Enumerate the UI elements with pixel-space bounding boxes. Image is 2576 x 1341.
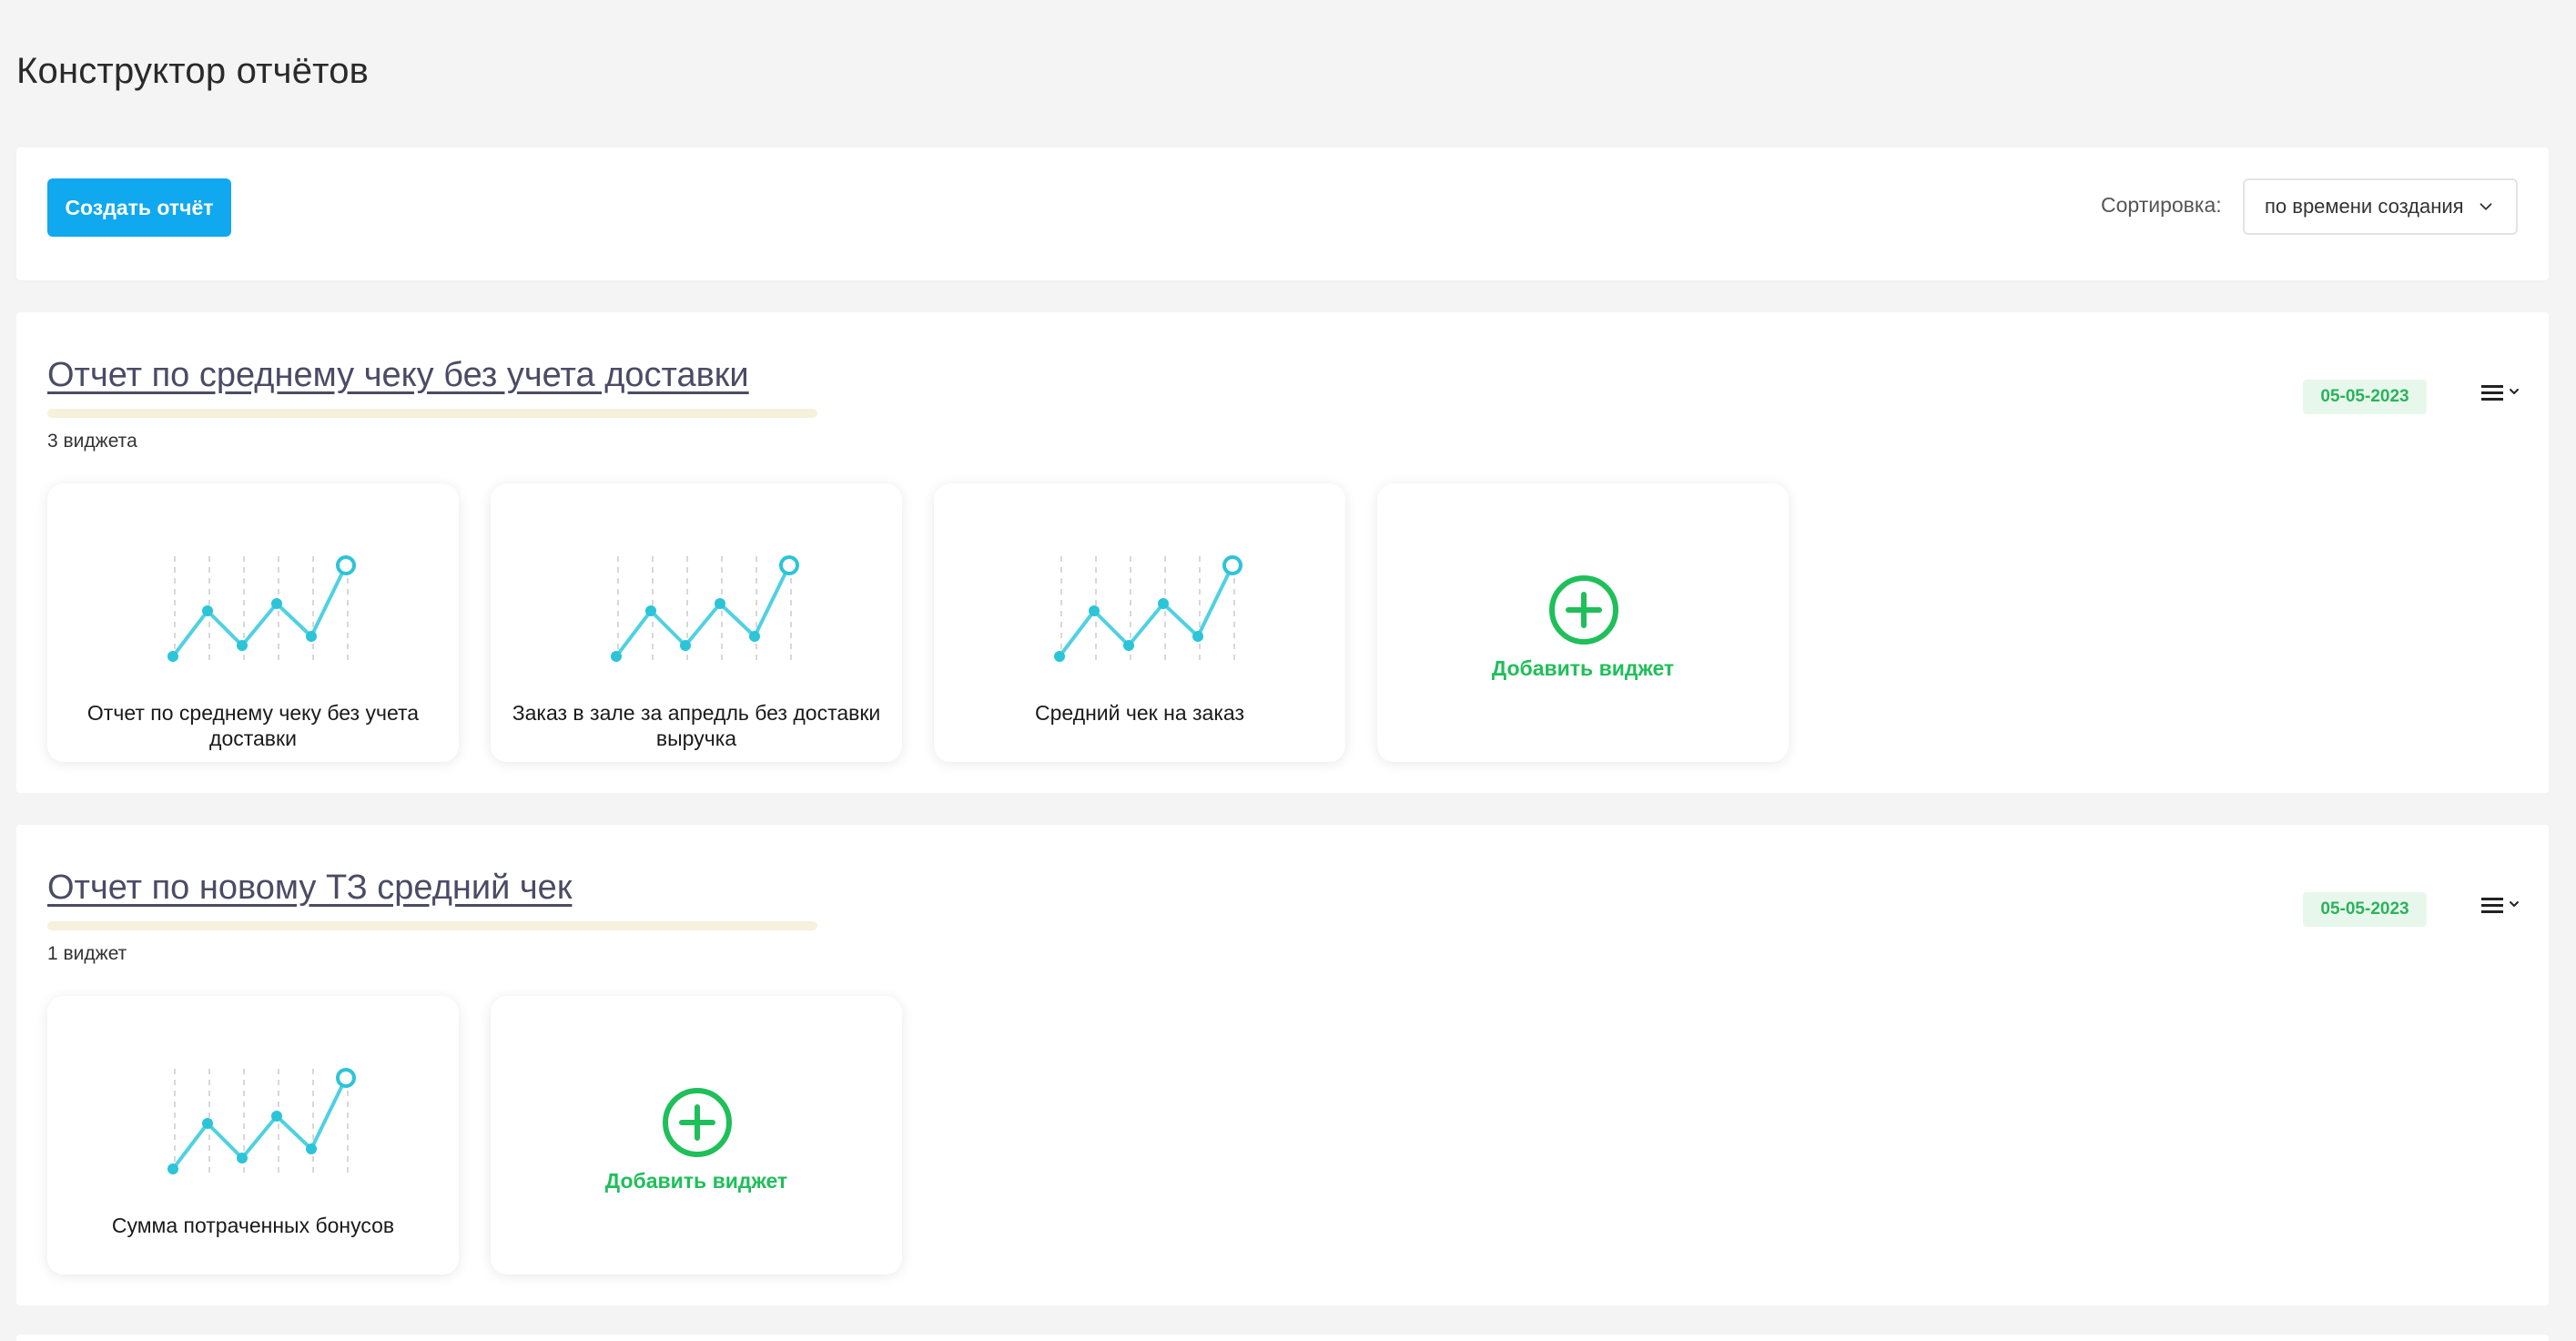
toolbar: Создать отчёт Сортировка: по времени соз… [16, 147, 2549, 280]
plus-circle-icon [663, 1088, 732, 1157]
widget-label: Отчет по среднему чеку без учета доставк… [86, 701, 420, 750]
widget-card[interactable]: Средний чек на заказ [934, 483, 1345, 762]
report-card: Отчет по среднему чеку без учета доставк… [16, 312, 2549, 793]
report-title-link[interactable]: Отчет по новому ТЗ средний чек [47, 869, 572, 908]
line-chart-icon [167, 1068, 356, 1178]
report-builder-page: Конструктор отчётов Создать отчёт Сортир… [0, 0, 2576, 1341]
line-chart-icon [167, 555, 356, 665]
line-chart-icon [611, 555, 799, 665]
add-widget-card[interactable]: Добавить виджет [491, 996, 902, 1275]
widget-card[interactable]: Сумма потраченных бонусов [47, 996, 459, 1275]
report-menu-button[interactable] [2461, 890, 2525, 923]
widget-count: 3 виджета [47, 431, 137, 452]
chevron-down-icon [2480, 203, 2492, 210]
plus-circle-icon [1549, 575, 1618, 645]
add-widget-label: Добавить виджет [1491, 656, 1675, 680]
line-chart-icon [1054, 555, 1242, 665]
sort-select-value: по времени создания [2265, 195, 2464, 218]
title-progress-bar [47, 409, 817, 418]
title-progress-bar [47, 921, 817, 930]
page-title: Конструктор отчётов [16, 51, 370, 91]
widget-label: Средний чек на заказ [1035, 701, 1244, 725]
sort-select[interactable]: по времени создания [2243, 178, 2518, 235]
widget-count: 1 виджет [47, 943, 127, 964]
widget-label: Заказ в зале за апредль без доставки выр… [512, 701, 881, 750]
date-badge: 05-05-2023 [2303, 892, 2427, 927]
add-widget-label: Добавить виджет [604, 1169, 788, 1193]
sort-label: Сортировка: [2101, 193, 2222, 217]
report-menu-button[interactable] [2461, 378, 2525, 411]
create-report-button[interactable]: Создать отчёт [47, 178, 231, 237]
add-widget-card[interactable]: Добавить виджет [1377, 483, 1789, 762]
widget-label: Сумма потраченных бонусов [111, 1214, 395, 1237]
report-card: Отчет по новому ТЗ средний чек 1 виджет … [16, 825, 2549, 1305]
report-title-link[interactable]: Отчет по среднему чеку без учета доставк… [47, 356, 749, 395]
hamburger-menu-icon [2481, 385, 2519, 401]
next-report-card [16, 1335, 2549, 1341]
date-badge: 05-05-2023 [2303, 380, 2427, 414]
widget-card[interactable]: Отчет по среднему чеку без учета доставк… [47, 483, 459, 762]
hamburger-menu-icon [2481, 898, 2519, 913]
widget-card[interactable]: Заказ в зале за апредль без доставки выр… [491, 483, 902, 762]
